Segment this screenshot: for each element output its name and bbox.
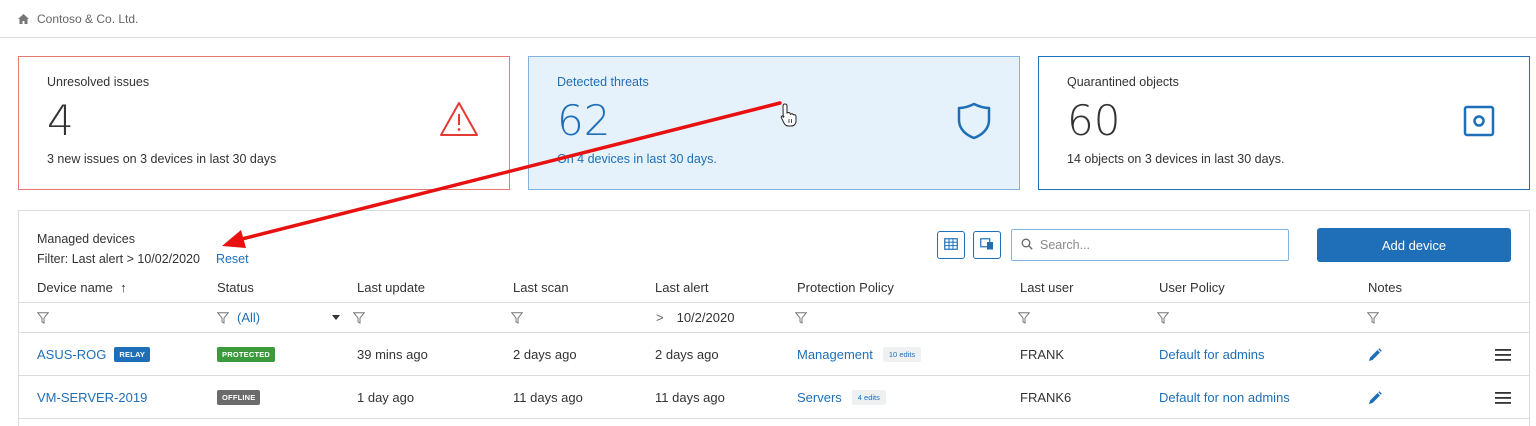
last-alert-filter[interactable]: > 10/2/2020 bbox=[656, 303, 734, 332]
breadcrumb: Contoso & Co. Ltd. bbox=[18, 10, 138, 28]
filter-text: Filter: Last alert > 10/02/2020 bbox=[37, 252, 200, 266]
filter-value: 10/2/2020 bbox=[676, 310, 735, 325]
edits-badge: 4 edits bbox=[851, 390, 886, 405]
filter-icon[interactable] bbox=[511, 303, 523, 332]
card-subtitle: On 4 devices in last 30 days. bbox=[557, 152, 717, 166]
home-icon[interactable] bbox=[18, 14, 29, 24]
reset-filter-link[interactable]: Reset bbox=[216, 252, 249, 266]
last-alert-cell: 11 days ago bbox=[655, 390, 725, 405]
column-header-notes[interactable]: Notes bbox=[1368, 273, 1402, 302]
filter-icon[interactable] bbox=[353, 303, 365, 332]
card-value: 60 bbox=[1067, 96, 1121, 145]
active-filter: Filter: Last alert > 10/02/2020 Reset bbox=[37, 252, 249, 266]
last-user-cell: FRANK6 bbox=[1020, 390, 1072, 405]
status-cell: PROTECTED bbox=[217, 334, 276, 375]
column-header-protection-policy[interactable]: Protection Policy bbox=[797, 273, 894, 302]
detected-threats-card[interactable]: Detected threats 62 On 4 devices in last… bbox=[528, 56, 1020, 190]
status-filter-value: (All) bbox=[237, 310, 261, 325]
column-filter-row: (All) > 10/2/2020 bbox=[19, 303, 1529, 333]
grid-view-icon bbox=[944, 237, 958, 253]
column-header-last-update[interactable]: Last update bbox=[357, 273, 425, 302]
last-alert-cell: 2 days ago bbox=[655, 347, 719, 362]
device-name-cell: ASUS-ROG RELAY bbox=[37, 334, 151, 375]
menu-icon[interactable] bbox=[1495, 377, 1511, 418]
status-badge: OFFLINE bbox=[217, 390, 261, 405]
last-scan-cell: 11 days ago bbox=[513, 390, 583, 405]
search-box[interactable] bbox=[1011, 229, 1289, 261]
quarantined-objects-card[interactable]: Quarantined objects 60 14 objects on 3 d… bbox=[1038, 56, 1530, 190]
panel-title: Managed devices bbox=[37, 232, 135, 246]
card-title: Quarantined objects bbox=[1067, 75, 1179, 89]
edit-pencil-icon[interactable] bbox=[1368, 334, 1382, 375]
device-view-button[interactable] bbox=[973, 231, 1001, 259]
card-title: Unresolved issues bbox=[47, 75, 150, 89]
table-header: Device name ↑ Status Last update Last sc… bbox=[19, 273, 1529, 303]
filter-icon[interactable] bbox=[37, 303, 49, 332]
device-name-link[interactable]: VM-SERVER-2019 bbox=[37, 390, 147, 405]
card-value: 62 bbox=[557, 96, 611, 145]
breadcrumb-company[interactable]: Contoso & Co. Ltd. bbox=[37, 12, 138, 26]
edit-pencil-icon[interactable] bbox=[1368, 377, 1382, 418]
table-row[interactable]: VM-SERVER-2019 OFFLINE 1 day ago 11 days… bbox=[19, 377, 1529, 419]
search-input[interactable] bbox=[1040, 238, 1280, 252]
filter-icon[interactable] bbox=[1157, 303, 1169, 332]
header-divider bbox=[0, 37, 1536, 38]
last-update-cell: 1 day ago bbox=[357, 390, 415, 405]
unresolved-issues-card[interactable]: Unresolved issues 4 3 new issues on 3 de… bbox=[18, 56, 510, 190]
filter-icon[interactable] bbox=[1367, 303, 1379, 332]
sort-ascending-icon: ↑ bbox=[120, 280, 127, 295]
quarantine-icon bbox=[1463, 105, 1495, 140]
dropdown-icon[interactable] bbox=[332, 303, 340, 332]
relay-badge: RELAY bbox=[114, 347, 151, 362]
user-policy-link[interactable]: Default for admins bbox=[1159, 334, 1265, 375]
status-filter-select[interactable]: (All) bbox=[217, 303, 260, 332]
last-scan-cell: 2 days ago bbox=[513, 347, 577, 362]
protection-policy-cell: Servers 4 edits bbox=[797, 377, 886, 418]
filter-icon bbox=[217, 311, 229, 324]
table-row[interactable]: ASUS-ROG RELAY PROTECTED 39 mins ago 2 d… bbox=[19, 334, 1529, 376]
edits-badge: 10 edits bbox=[882, 347, 922, 362]
policy-link[interactable]: Management bbox=[797, 347, 873, 362]
card-title: Detected threats bbox=[557, 75, 649, 89]
shield-icon bbox=[957, 102, 991, 143]
filter-icon[interactable] bbox=[1018, 303, 1030, 332]
status-badge: PROTECTED bbox=[217, 347, 276, 362]
filter-icon[interactable] bbox=[795, 303, 807, 332]
column-header-last-alert[interactable]: Last alert bbox=[655, 273, 708, 302]
menu-icon[interactable] bbox=[1495, 334, 1511, 375]
device-view-icon bbox=[980, 237, 994, 253]
warning-icon bbox=[439, 101, 479, 140]
managed-devices-panel: Managed devices Filter: Last alert > 10/… bbox=[18, 210, 1530, 426]
filter-operator: > bbox=[656, 310, 664, 325]
device-name-cell: VM-SERVER-2019 bbox=[37, 377, 147, 418]
column-header-status[interactable]: Status bbox=[217, 273, 254, 302]
last-user-cell: FRANK bbox=[1020, 347, 1065, 362]
grid-view-button[interactable] bbox=[937, 231, 965, 259]
status-cell: OFFLINE bbox=[217, 377, 261, 418]
column-header-device-name[interactable]: Device name ↑ bbox=[37, 273, 127, 302]
policy-link[interactable]: Servers bbox=[797, 390, 842, 405]
column-header-last-scan[interactable]: Last scan bbox=[513, 273, 569, 302]
search-icon bbox=[1021, 238, 1033, 253]
card-value: 4 bbox=[47, 96, 74, 145]
last-update-cell: 39 mins ago bbox=[357, 347, 428, 362]
card-subtitle: 3 new issues on 3 devices in last 30 day… bbox=[47, 152, 277, 166]
add-device-button[interactable]: Add device bbox=[1317, 228, 1511, 262]
column-header-last-user[interactable]: Last user bbox=[1020, 273, 1073, 302]
protection-policy-cell: Management 10 edits bbox=[797, 334, 922, 375]
user-policy-link[interactable]: Default for non admins bbox=[1159, 377, 1290, 418]
device-name-link[interactable]: ASUS-ROG bbox=[37, 347, 106, 362]
column-header-user-policy[interactable]: User Policy bbox=[1159, 273, 1225, 302]
card-subtitle: 14 objects on 3 devices in last 30 days. bbox=[1067, 152, 1285, 166]
